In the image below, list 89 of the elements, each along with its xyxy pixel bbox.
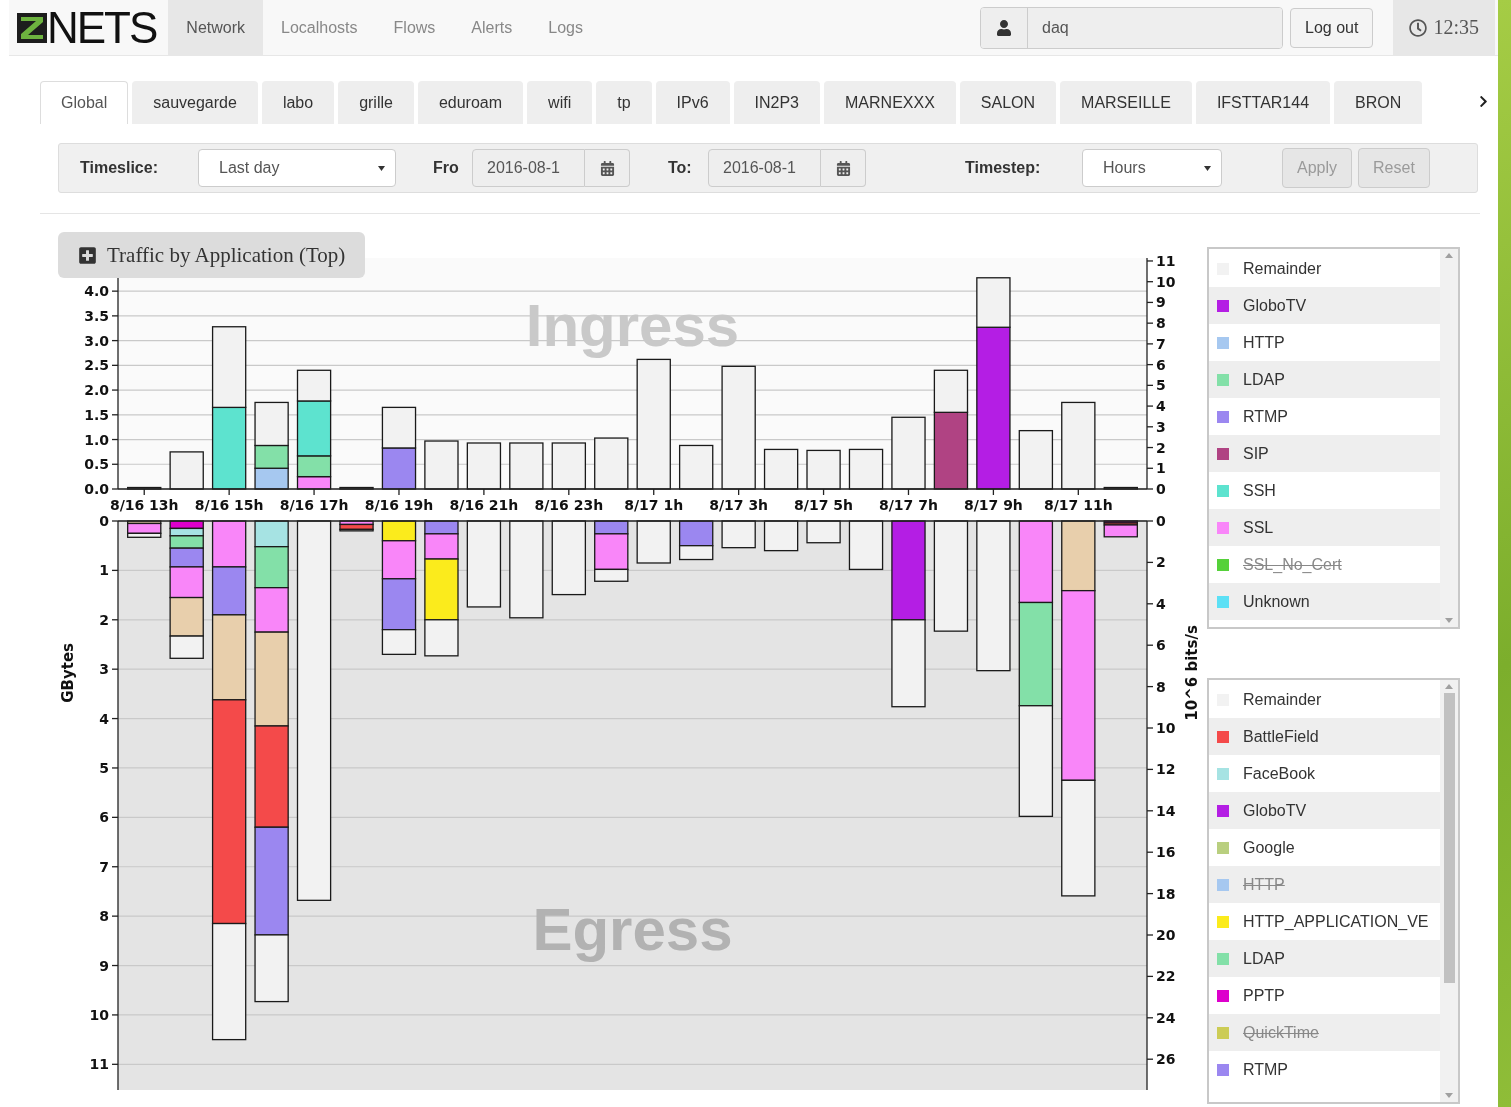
tick-label: 3 <box>99 661 109 678</box>
legend-label: PPTP <box>1243 986 1285 1005</box>
tick-label: 7 <box>1156 335 1166 352</box>
tick-label: 14 <box>1156 802 1176 819</box>
legend-label: RTMP <box>1243 407 1289 426</box>
legend-label: Remainder <box>1243 690 1322 709</box>
tick-label: 10 <box>1156 720 1176 736</box>
legend-label: LDAP <box>1243 370 1285 389</box>
legend-label: GloboTV <box>1243 296 1307 315</box>
field-label: Fro <box>433 159 460 177</box>
legend-label: Remainder <box>1243 259 1322 278</box>
tick-label: 1.5 <box>84 406 109 423</box>
tick-label: 8/17 9h <box>963 497 1023 512</box>
tick-label: 4 <box>99 710 109 727</box>
tick-label: 10 <box>89 1006 109 1023</box>
legend-label: BattleField <box>1243 727 1319 746</box>
tick-label: 9 <box>99 957 109 974</box>
tick-label: 1 <box>99 562 109 579</box>
legend-label: GloboTV <box>1243 801 1307 820</box>
legend-label: SSL <box>1243 518 1274 537</box>
legend-label: RTMP <box>1243 1060 1289 1079</box>
tick-label: 24 <box>1156 1009 1176 1026</box>
field-label: Timestep: <box>965 159 1042 177</box>
legend-label: LDAP <box>1243 949 1285 968</box>
tick-label: 2.5 <box>84 357 109 374</box>
tick-label: 0.0 <box>84 481 109 497</box>
legend-label: HTTP <box>1243 333 1285 352</box>
tick-label: 11 <box>89 1056 109 1073</box>
legend-label: HTTP <box>1243 875 1285 894</box>
tick-label: 1.0 <box>84 431 109 448</box>
axis-title: 10^6 bits/s <box>1183 625 1201 721</box>
tick-label: 8 <box>1156 315 1166 332</box>
legend-label: HTTP_APPLICATION_VE <box>1243 912 1429 931</box>
tick-label: 8/17 5h <box>794 497 853 512</box>
panel-title: Traffic by Application (Top) <box>107 242 346 268</box>
tick-label: 10 <box>1156 273 1176 290</box>
tick-label: 6 <box>1156 637 1166 654</box>
tick-label: 2 <box>1156 554 1166 571</box>
legend-label: SSL_No_Cert <box>1243 555 1342 574</box>
tick-label: 8/16 19h <box>364 497 434 512</box>
field-label: To: <box>668 159 693 177</box>
tick-label: 8/16 17h <box>279 497 349 512</box>
field-label: Timeslice: <box>80 159 159 177</box>
tick-label: 6 <box>99 809 109 826</box>
tick-label: 4.0 <box>84 283 109 300</box>
tick-label: 2 <box>99 611 109 628</box>
tick-label: 11 <box>1156 252 1176 269</box>
tick-label: 9 <box>1156 294 1166 311</box>
tick-label: 18 <box>1156 885 1176 902</box>
tick-label: 22 <box>1156 968 1176 985</box>
legend-label: SIP <box>1243 444 1269 463</box>
tick-label: 8/17 1h <box>624 497 684 512</box>
tick-label: 8 <box>1156 678 1166 695</box>
tick-label: 8/17 11h <box>1044 497 1113 512</box>
tick-label: 3.0 <box>84 332 109 349</box>
tick-label: 8/17 3h <box>709 497 769 512</box>
tick-label: 0.5 <box>84 456 109 473</box>
tick-label: 3 <box>1156 418 1166 435</box>
brand-name: NETS <box>47 5 157 50</box>
tick-label: 8/16 15h <box>194 497 264 512</box>
tick-label: 26 <box>1156 1051 1176 1068</box>
tick-label: 4 <box>1156 398 1166 415</box>
tick-label: 5 <box>1156 377 1166 394</box>
tick-label: 3.5 <box>84 307 109 324</box>
tick-label: 0 <box>1156 513 1166 529</box>
axis-title: GBytes <box>60 643 77 703</box>
tick-label: 7 <box>99 858 109 875</box>
tick-label: 8/17 7h <box>879 497 938 512</box>
legend-label: SSH <box>1243 481 1276 500</box>
tick-label: 6 <box>1156 356 1166 373</box>
tick-label: 20 <box>1156 927 1176 943</box>
tick-label: 4 <box>1156 595 1166 612</box>
legend-label: FaceBook <box>1243 764 1316 783</box>
tick-label: 8 <box>99 908 109 925</box>
tick-label: 0 <box>1156 481 1166 497</box>
legend-label: QuickTime <box>1243 1023 1319 1042</box>
tick-label: 5 <box>99 759 109 776</box>
tick-label: 8/16 13h <box>109 497 179 512</box>
tick-label: 8/16 21h <box>449 497 519 512</box>
legend-label: Unknown <box>1243 592 1310 611</box>
tick-label: 8/16 23h <box>534 497 604 512</box>
tick-label: 2 <box>1156 439 1166 456</box>
legend-label: Google <box>1243 838 1295 857</box>
tick-label: 1 <box>1156 460 1166 477</box>
tick-label: 12 <box>1156 761 1176 778</box>
tick-label: 2.0 <box>84 382 109 399</box>
tick-label: 16 <box>1156 844 1176 861</box>
tick-label: 0 <box>99 513 109 529</box>
clock-time: 12:35 <box>1433 16 1479 39</box>
